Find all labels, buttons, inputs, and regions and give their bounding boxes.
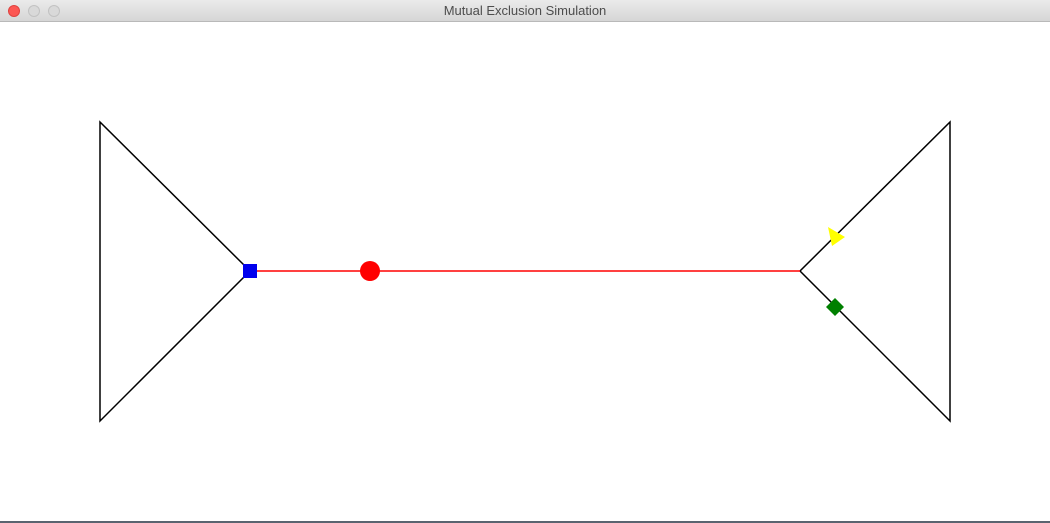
right-track [798,120,951,423]
window-title: Mutual Exclusion Simulation [443,3,607,18]
app-window: Mutual Exclusion Simulation [0,0,1050,523]
title-bar[interactable]: Mutual Exclusion Simulation [0,0,1050,22]
left-track [99,120,252,423]
red-circle-process [360,261,380,281]
simulation-canvas [99,120,951,423]
blue-square-process [243,264,257,278]
